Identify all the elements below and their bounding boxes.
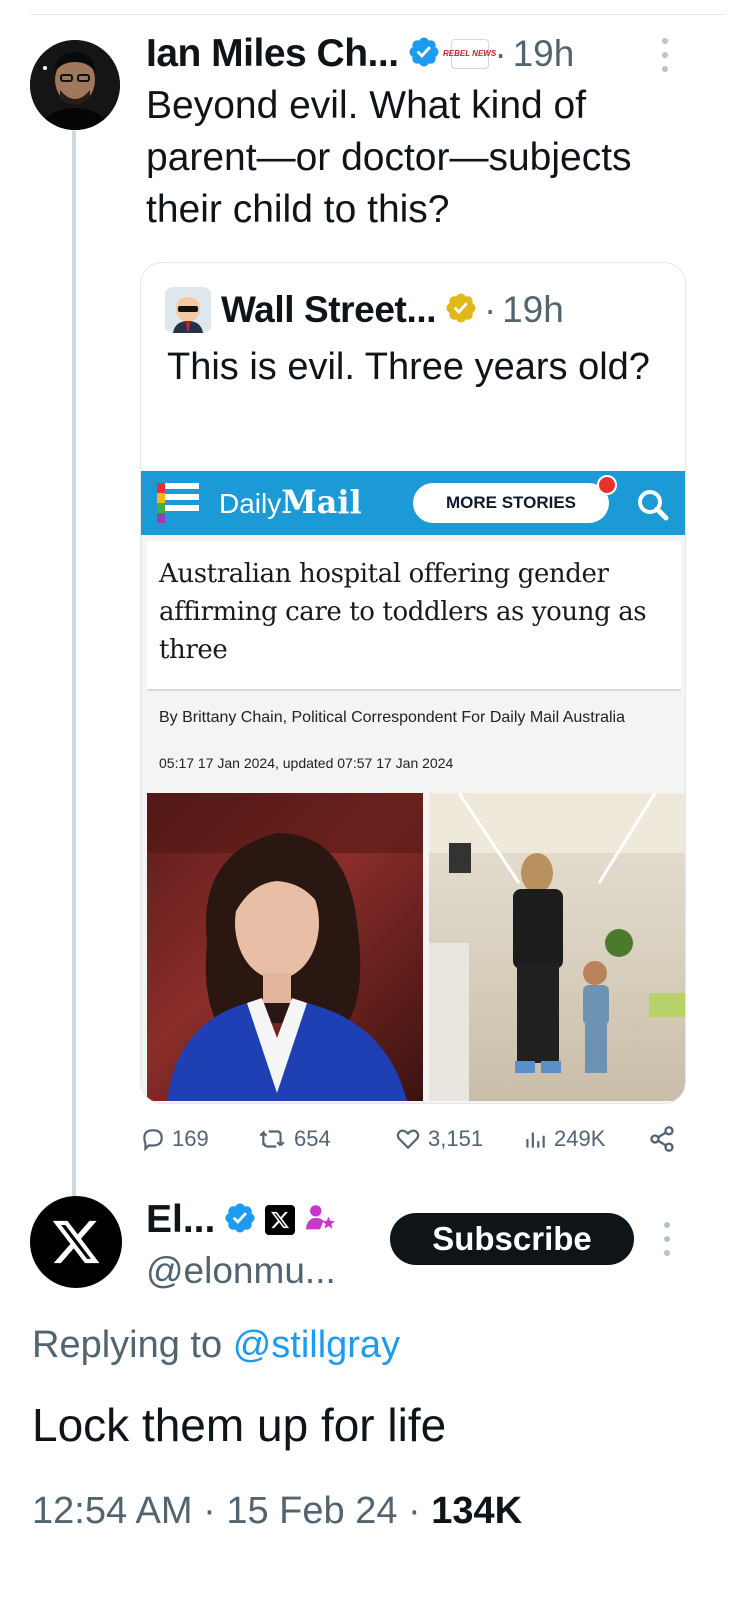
replying-to-line: Replying to @stillgray: [32, 1324, 400, 1367]
like-button[interactable]: 3,151: [394, 1122, 483, 1156]
replying-to-link[interactable]: @stillgray: [233, 1324, 400, 1366]
headline-box: Australian hospital offering gender affi…: [147, 541, 681, 691]
article-dateline: 05:17 17 Jan 2024, updated 07:57 17 Jan …: [159, 755, 454, 771]
repost-icon: [259, 1129, 285, 1148]
repost-button[interactable]: 654: [258, 1122, 331, 1156]
quoted-header: Wall Street... · 19h: [165, 285, 564, 335]
reply-view-count[interactable]: 134K: [431, 1490, 522, 1532]
quoted-tweet-card[interactable]: Wall Street... · 19h This is evil. Three…: [140, 262, 686, 1104]
logo-name: Mail: [281, 483, 362, 521]
article-headline: Australian hospital offering gender affi…: [159, 559, 647, 665]
avatar-portrait-icon: [30, 40, 120, 130]
repost-count: 654: [294, 1126, 331, 1151]
post-header: Ian Miles Ch... REBEL NEWS · 19h: [146, 28, 574, 80]
reply-metadata: 12:54 AM · 15 Feb 24 · 134K: [32, 1490, 522, 1533]
share-icon: [650, 1126, 674, 1152]
more-options-icon[interactable]: [662, 1222, 672, 1256]
article-byline: By Brittany Chain, Political Corresponde…: [159, 709, 625, 726]
separator-dot: ·: [203, 1490, 216, 1532]
menu-icon: [157, 483, 199, 523]
share-button[interactable]: [648, 1122, 682, 1156]
hospital-corridor-photo: [429, 793, 685, 1101]
reply-author-handle[interactable]: @elonmu...: [146, 1250, 336, 1292]
separator-dot: ·: [484, 289, 497, 330]
subscribe-button[interactable]: Subscribe: [390, 1213, 634, 1265]
reply-author-name[interactable]: El...: [146, 1198, 215, 1242]
quoted-author-avatar[interactable]: [165, 287, 211, 333]
reply-icon: [143, 1129, 163, 1152]
quoted-time: 19h: [502, 289, 564, 330]
like-count: 3,151: [428, 1126, 484, 1151]
reply-date[interactable]: 15 Feb 24: [226, 1490, 397, 1532]
article-screenshot: DailyMail MORE STORIES Australian hospit…: [141, 471, 685, 1103]
views-button[interactable]: 249K: [522, 1122, 605, 1156]
post-actions-bar: 169 654 3,151 249K: [140, 1122, 680, 1156]
verified-badge-icon[interactable]: [223, 1201, 257, 1240]
separator-dot: ·: [494, 33, 507, 74]
post-time[interactable]: 19h: [513, 33, 575, 75]
post-text: Beyond evil. What kind of parent—or doct…: [146, 84, 632, 231]
gold-verified-badge-icon[interactable]: [444, 291, 478, 330]
more-stories-pill: MORE STORIES: [413, 483, 609, 523]
woman-portrait-icon: [147, 793, 423, 1101]
wsb-avatar-icon: [165, 287, 211, 333]
more-options-icon[interactable]: [660, 38, 670, 72]
reply-text: Lock them up for life: [32, 1399, 447, 1451]
government-badge-icon[interactable]: [303, 1201, 337, 1240]
analytics-icon: [526, 1132, 545, 1148]
reply-time[interactable]: 12:54 AM: [32, 1490, 193, 1532]
quoted-author-name[interactable]: Wall Street...: [221, 289, 436, 331]
corridor-scene-icon: [429, 793, 685, 1101]
reply-count: 169: [172, 1126, 209, 1151]
daily-mail-logo: DailyMail: [219, 483, 362, 521]
x-logo-icon: [52, 1220, 100, 1264]
replying-prefix: Replying to: [32, 1324, 223, 1366]
thread-connector-line: [72, 130, 76, 1210]
reply-header: El...: [146, 1196, 337, 1244]
x-affiliate-badge-icon[interactable]: [265, 1205, 296, 1235]
search-icon: [633, 485, 673, 525]
politician-photo: [147, 793, 423, 1101]
author-name[interactable]: Ian Miles Ch...: [146, 32, 399, 76]
affiliate-badge-icon[interactable]: REBEL NEWS: [443, 39, 496, 69]
reply-button[interactable]: 169: [140, 1122, 209, 1156]
top-divider: [30, 14, 726, 15]
notification-dot: [597, 475, 617, 495]
logo-prefix: Daily: [219, 488, 282, 519]
daily-mail-header-bar: DailyMail MORE STORIES: [141, 471, 685, 535]
author-avatar[interactable]: [30, 40, 120, 130]
quoted-text: This is evil. Three years old?: [167, 346, 650, 388]
heart-icon: [396, 1129, 420, 1150]
verified-badge-icon[interactable]: [407, 35, 441, 74]
affiliate-badge-text: REBEL NEWS: [442, 49, 497, 58]
separator-dot: ·: [408, 1490, 421, 1532]
view-count: 249K: [554, 1126, 606, 1151]
reply-author-avatar[interactable]: [30, 1196, 122, 1288]
